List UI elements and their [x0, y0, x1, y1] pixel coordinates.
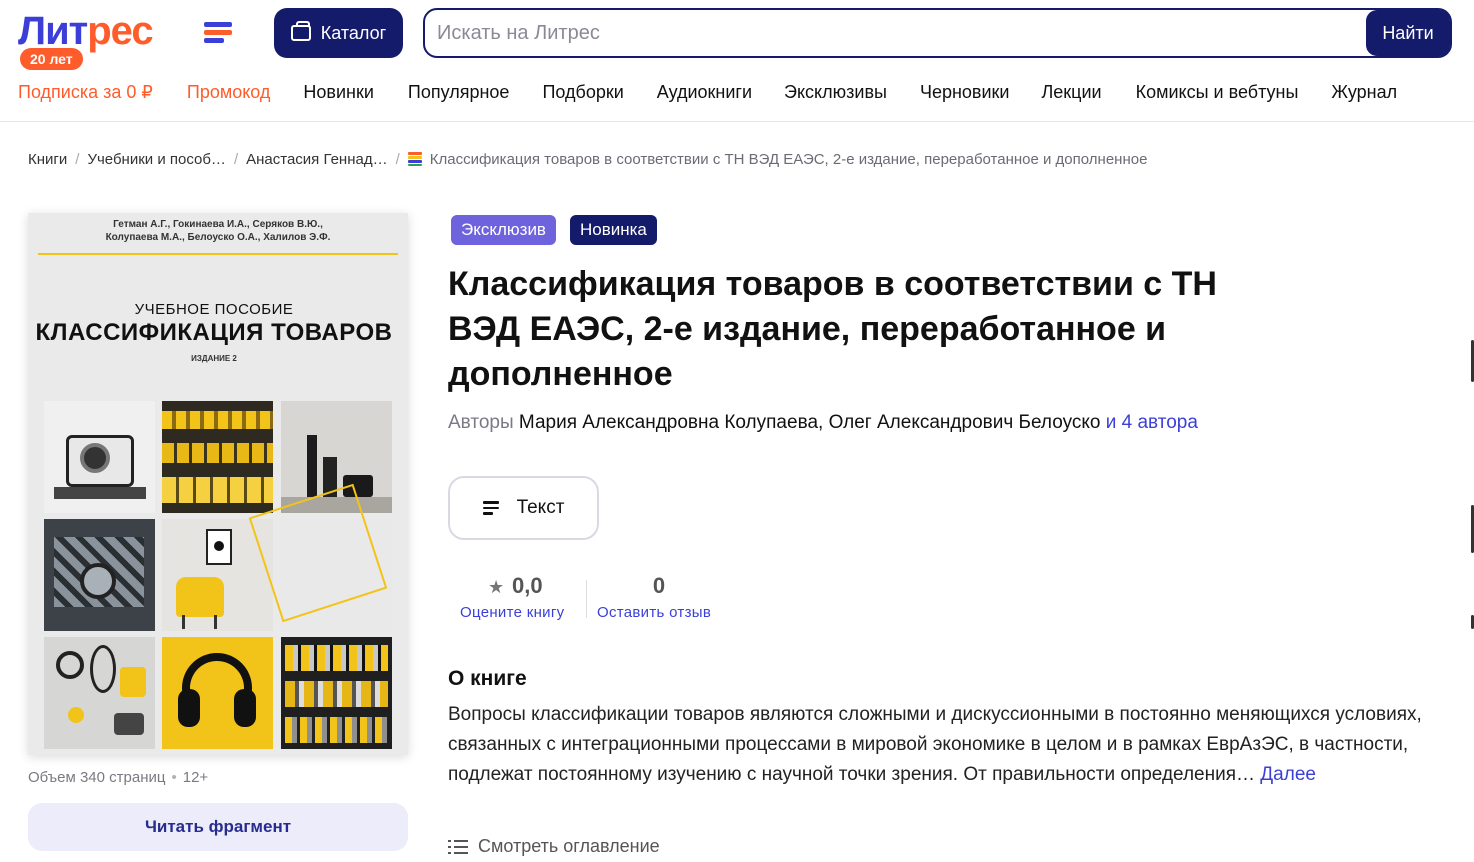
rating-value: 0,0	[512, 573, 543, 598]
table-of-contents-link[interactable]: Смотреть оглавление	[448, 836, 660, 857]
nav-item-9[interactable]: Комиксы и вебтуны	[1136, 78, 1299, 106]
litres-logo[interactable]: Литрес 20 лет	[18, 10, 238, 72]
nav-item-5[interactable]: Аудиокниги	[657, 78, 752, 106]
new-badge: Новинка	[569, 215, 657, 245]
book-stack-icon	[407, 152, 422, 166]
nav-item-2[interactable]: Новинки	[303, 78, 374, 106]
author-link-belousko[interactable]: Олег Александрович Белоуско	[829, 412, 1101, 433]
breadcrumb-author[interactable]: Анастасия Геннад…	[246, 151, 387, 168]
breadcrumb-current: Классификация товаров в соответствии с Т…	[429, 150, 1148, 168]
badges: Эксклюзив Новинка	[451, 215, 657, 245]
format-text-button[interactable]: Текст	[448, 476, 599, 540]
toc-label: Смотреть оглавление	[478, 836, 660, 856]
nav-item-8[interactable]: Лекции	[1041, 78, 1101, 106]
cover-subtitle: УЧЕБНОЕ ПОСОБИЕ	[134, 301, 294, 318]
exclusive-badge: Эксклюзив	[451, 215, 556, 245]
rate-book-link[interactable]: Оцените книгу	[460, 604, 564, 621]
more-authors-link[interactable]: и 4 автора	[1106, 412, 1198, 433]
about-title: О книге	[448, 667, 527, 690]
bag-icon	[290, 21, 311, 41]
cover-tile-shelves	[162, 401, 273, 513]
authors-prefix: Авторы	[448, 412, 514, 433]
nav-item-7[interactable]: Черновики	[920, 78, 1010, 106]
meta-separator: •	[171, 769, 177, 786]
author-link-kolupaeva[interactable]: Мария Александровна Колупаева	[519, 412, 818, 433]
rating-divider	[586, 580, 587, 618]
nav-item-0[interactable]: Подписка за 0 ₽	[18, 78, 153, 106]
authors-line: Авторы Мария Александровна Колупаева, Ол…	[448, 411, 1198, 435]
logo-wordmark: Литрес	[18, 9, 154, 53]
search-button[interactable]: Найти	[1366, 10, 1450, 56]
nav-item-1[interactable]: Промокод	[187, 78, 271, 106]
list-icon	[448, 839, 468, 854]
cover-tile-camera	[44, 401, 155, 513]
nav-item-6[interactable]: Эксклюзивы	[784, 78, 887, 106]
breadcrumb-books[interactable]: Книги	[28, 151, 67, 168]
page-count: Объем 340 страниц	[28, 769, 166, 786]
cover-tile-books	[281, 637, 392, 749]
book-meta: Объем 340 страниц • 12+	[28, 769, 208, 786]
cover-tile-sports	[44, 637, 155, 749]
breadcrumb-separator: /	[75, 150, 80, 168]
nav-item-3[interactable]: Популярное	[408, 78, 510, 106]
reviews-block: 0 Оставить отзыв	[597, 573, 727, 625]
age-rating: 12+	[182, 769, 209, 786]
catalog-label: Каталог	[320, 22, 387, 43]
read-fragment-button[interactable]: Читать фрагмент	[28, 803, 408, 851]
breadcrumb-textbooks[interactable]: Учебники и пособ…	[87, 151, 226, 168]
cover-tile-headphones	[162, 637, 273, 749]
rating-block: ★ 0,0 Оцените книгу	[460, 573, 580, 625]
text-lines-icon	[482, 501, 499, 515]
breadcrumb-separator: /	[233, 150, 239, 168]
format-label: Текст	[516, 497, 565, 518]
author-separator: ,	[818, 412, 829, 433]
nav-item-4[interactable]: Подборки	[542, 78, 623, 106]
main-nav: Подписка за 0 ₽ Промокод Новинки Популярное…	[18, 78, 1397, 106]
site-header: Литрес 20 лет Каталог Найти Подписка за …	[0, 0, 1474, 122]
cover-edition: ИЗДАНИЕ 2	[191, 354, 237, 363]
search-input[interactable]	[437, 10, 1357, 56]
cover-title: КЛАССИФИКАЦИЯ ТОВАРОВ	[35, 319, 393, 346]
breadcrumb: Книги / Учебники и пособ… / Анастасия Ге…	[28, 148, 1147, 170]
star-icon: ★	[488, 577, 505, 597]
hamburger-logo-icon	[204, 22, 232, 44]
anniversary-badge: 20 лет	[20, 48, 83, 70]
page-title: Классификация товаров в соответствии с Т…	[448, 265, 1217, 393]
catalog-button[interactable]: Каталог	[274, 8, 403, 58]
leave-review-link[interactable]: Оставить отзыв	[597, 604, 711, 621]
book-cover[interactable]: Гетман А.Г., Гокинаева И.А., Серяков В.Ю…	[28, 213, 408, 755]
cover-authors: Гетман А.Г., Гокинаева И.А., Серяков В.Ю…	[105, 219, 331, 243]
cover-tile-engine	[44, 519, 155, 631]
read-more-link[interactable]: Далее	[1260, 764, 1316, 785]
search-bar: Найти	[423, 8, 1452, 58]
cover-divider	[38, 253, 398, 255]
breadcrumb-separator: /	[395, 150, 400, 168]
about-text: Вопросы классификации товаров являются с…	[448, 700, 1438, 790]
reviews-count: 0	[652, 573, 666, 598]
nav-item-10[interactable]: Журнал	[1331, 78, 1397, 106]
